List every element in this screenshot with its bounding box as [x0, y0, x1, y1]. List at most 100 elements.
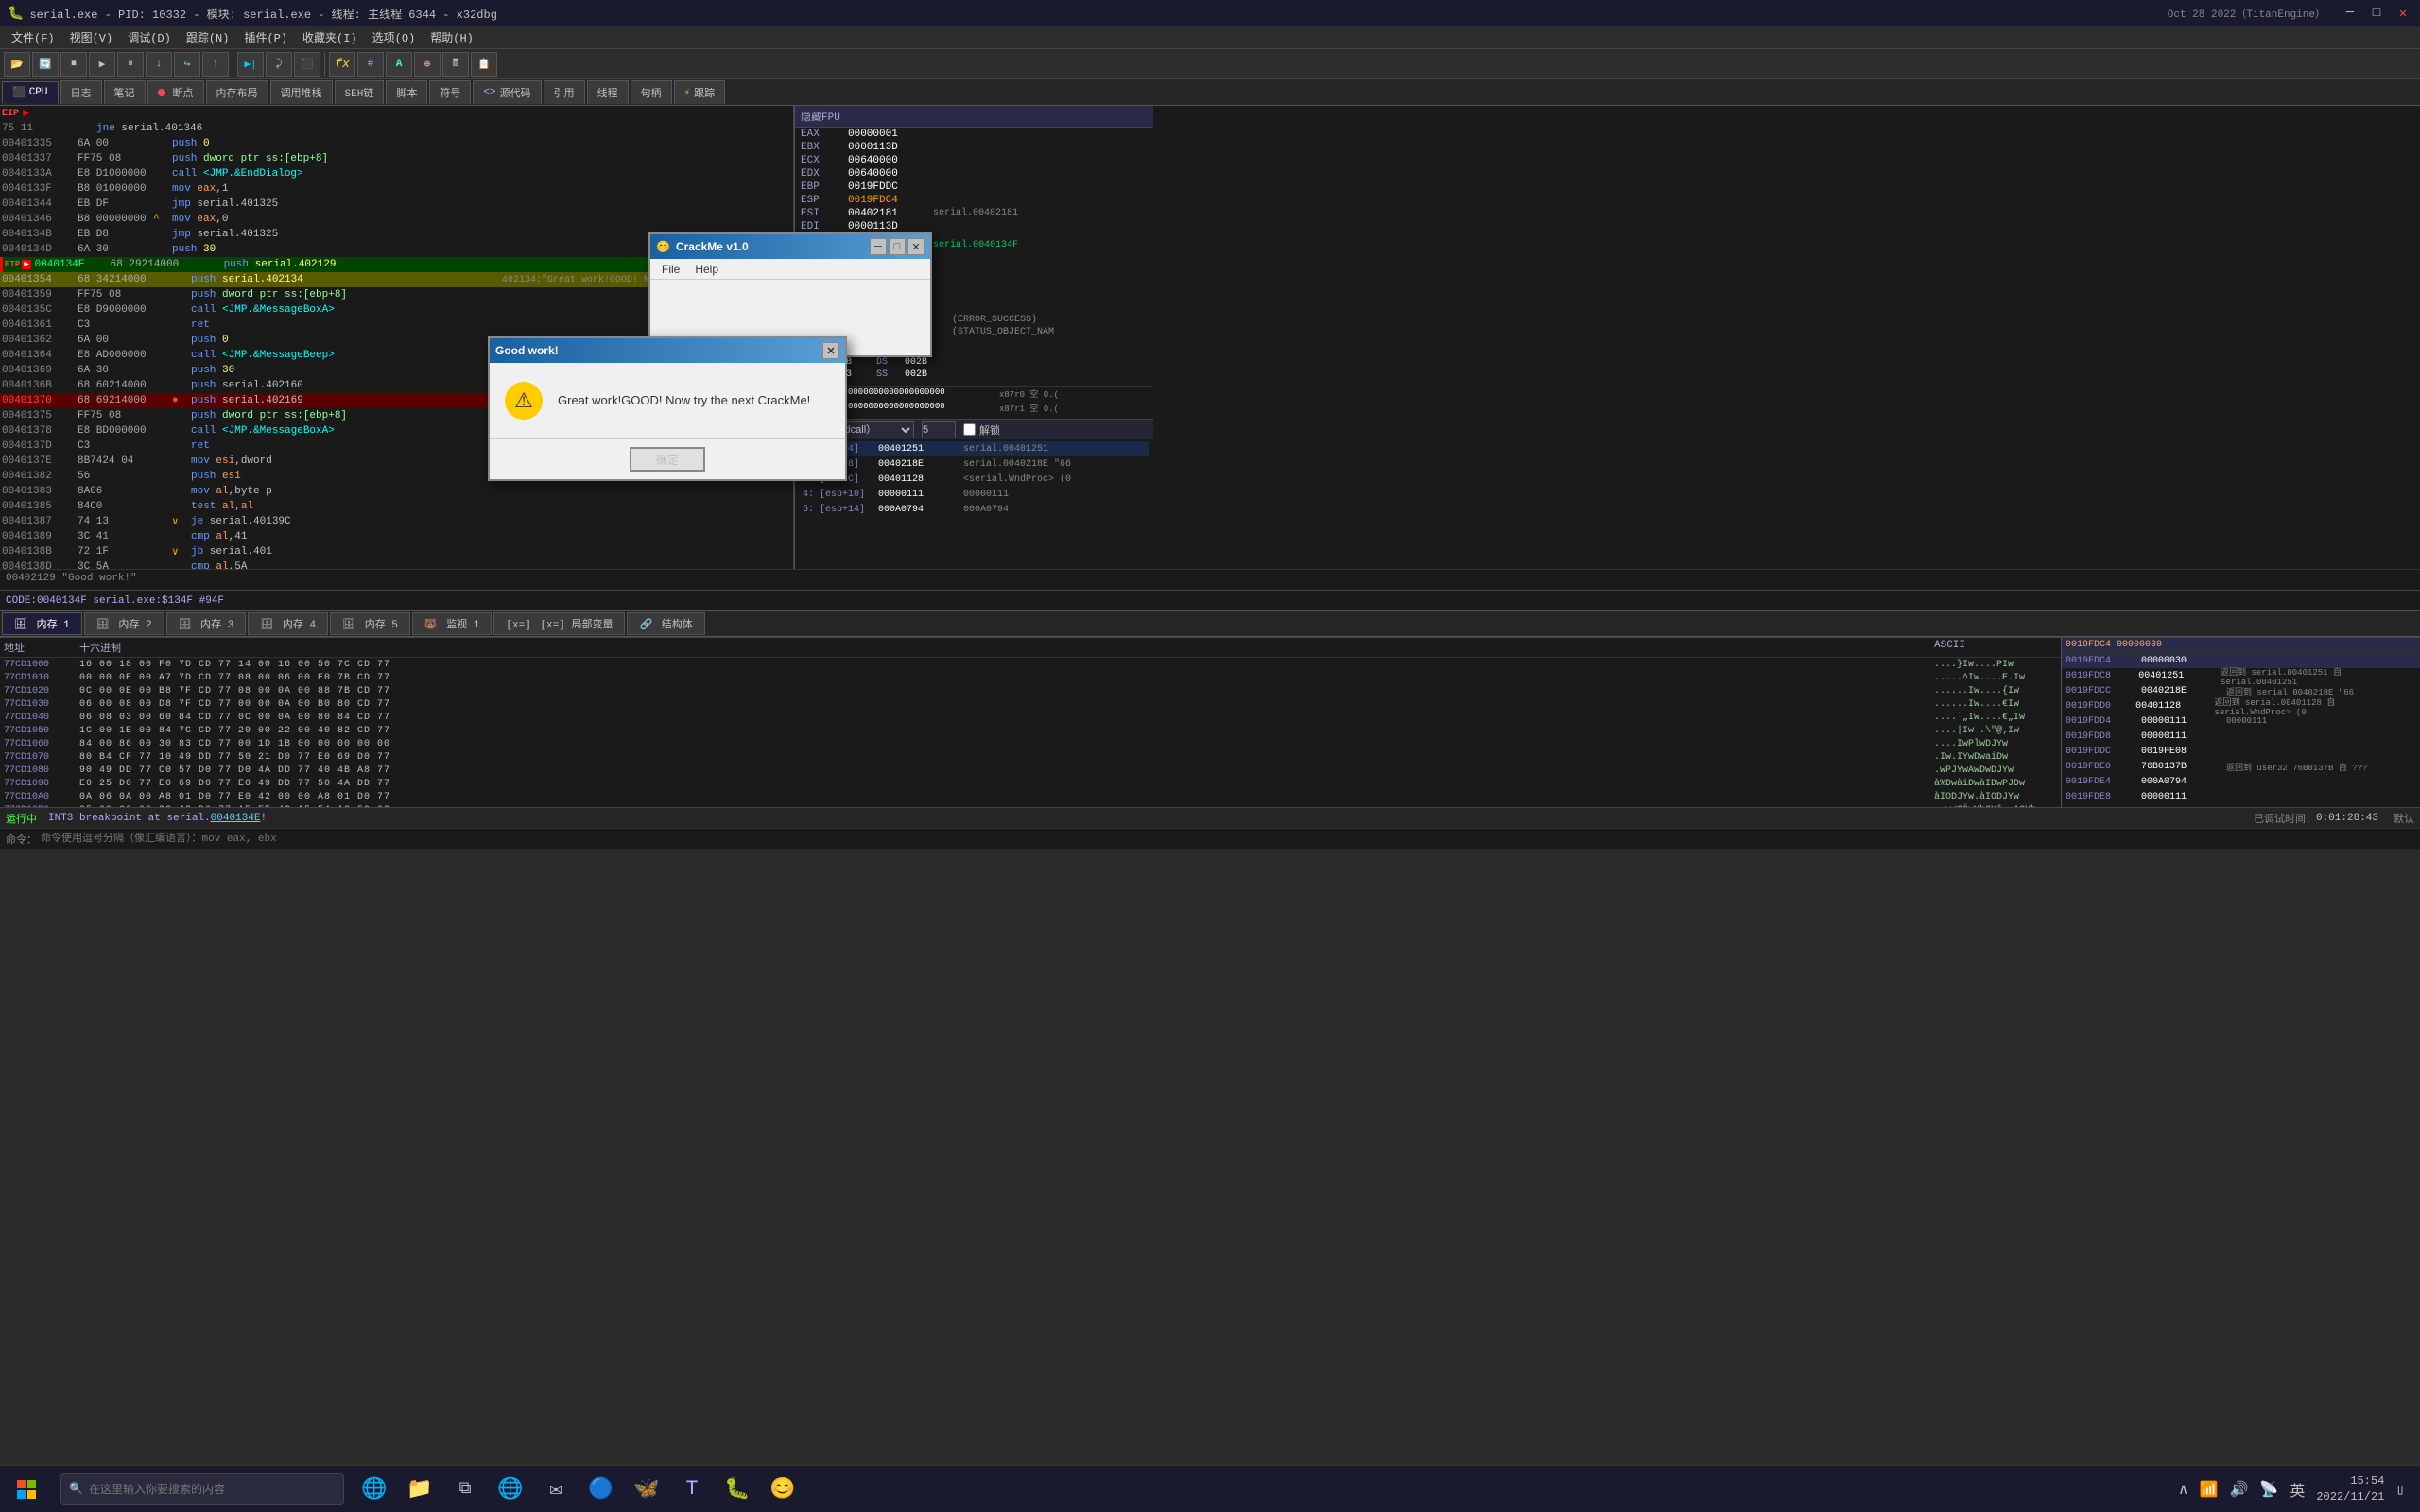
disasm-row[interactable]: 00401346 B8 00000000 ^ mov eax,0 [0, 212, 793, 227]
disasm-row[interactable]: 0040138B 72 1F ∨ jb serial.401 [0, 544, 793, 559]
maximize-button[interactable]: □ [2367, 4, 2386, 23]
menu-file[interactable]: 文件(F) [4, 27, 62, 47]
tray-expand[interactable]: ∧ [2179, 1480, 2188, 1499]
close-button[interactable]: ✕ [2394, 4, 2412, 23]
disasm-row[interactable]: 00401385 84C0 test al,al [0, 499, 793, 514]
menu-debug[interactable]: 调试(D) [120, 27, 179, 47]
crackme-close[interactable]: ✕ [908, 238, 925, 255]
disasm-row[interactable]: 00401337 FF75 08 push dword ptr ss:[ebp+… [0, 151, 793, 166]
taskbar-app2[interactable]: T [669, 1466, 715, 1512]
toolbar-step-out[interactable]: ↑ [202, 52, 229, 77]
taskbar-app1[interactable]: 🦋 [624, 1466, 669, 1512]
start-button[interactable] [0, 1466, 53, 1512]
disasm-row[interactable]: 0040138D 3C 5A cmp al,5A [0, 559, 793, 569]
tray-volume[interactable]: 🔊 [2229, 1480, 2248, 1499]
toolbar-log2[interactable]: 📋 [471, 52, 497, 77]
toolbar-A[interactable]: A [386, 52, 412, 77]
tray-language[interactable]: 英 [2290, 1478, 2305, 1501]
tab-breakpoints[interactable]: 断点 [147, 80, 204, 104]
taskbar-mail[interactable]: ✉ [533, 1466, 579, 1512]
toolbar-step-over[interactable]: ↪ [174, 52, 200, 77]
eip-marker: EIP [5, 260, 20, 269]
arg-count-input[interactable] [922, 421, 956, 438]
tab-log[interactable]: 日志 [60, 80, 102, 104]
toolbar-highlight[interactable]: ⬛ [294, 52, 320, 77]
taskbar-edge[interactable]: 🌐 [488, 1466, 533, 1512]
menu-view[interactable]: 视图(V) [62, 27, 121, 47]
tab-symbols[interactable]: 符号 [429, 80, 471, 104]
disasm-row[interactable]: 00401389 3C 41 cmp al,41 [0, 529, 793, 544]
tray-wifi[interactable]: 📡 [2259, 1480, 2278, 1499]
menu-plugins[interactable]: 插件(P) [236, 27, 295, 47]
tab-threads[interactable]: 线程 [587, 80, 629, 104]
menu-help[interactable]: 帮助(H) [423, 27, 481, 47]
tray-network[interactable]: 📶 [2200, 1480, 2219, 1499]
bp-addr[interactable]: 0040134E [211, 813, 261, 824]
toolbar-asm[interactable]: fx [329, 52, 355, 77]
tab-handles[interactable]: 句柄 [631, 80, 672, 104]
taskbar-debug[interactable]: 🐛 [715, 1466, 760, 1512]
goodwork-titlebar[interactable]: Good work! ✕ [490, 338, 845, 363]
menu-favorites[interactable]: 收藏夹(I) [295, 27, 365, 47]
crackme-menu-file[interactable]: File [654, 261, 687, 278]
menu-trace[interactable]: 跟踪(N) [179, 27, 237, 47]
tab-seh[interactable]: SEH链 [335, 80, 385, 104]
toolbar-hex[interactable]: # [357, 52, 384, 77]
taskbar-chrome[interactable]: 🔵 [579, 1466, 624, 1512]
disasm-row[interactable]: 00401335 6A 00 push 0 [0, 136, 793, 151]
taskbar-smiley[interactable]: 😊 [760, 1466, 805, 1512]
tab-script[interactable]: 脚本 [386, 80, 427, 104]
crackme-minimize[interactable]: ─ [870, 238, 887, 255]
crackme-menu-help[interactable]: Help [687, 261, 726, 278]
tab-memory[interactable]: 内存布局 [206, 80, 268, 104]
btab-mem5[interactable]: 🗄 内存 5 [330, 612, 410, 635]
stack-header: 0019FDC4 00000030 [2062, 638, 2420, 653]
disasm-row[interactable]: 00401383 8A06 mov al,byte p [0, 484, 793, 499]
tab-trace[interactable]: ⚡ 跟踪 [674, 80, 726, 104]
crackme-titlebar[interactable]: 😊 CrackMe v1.0 ─ □ ✕ [650, 234, 930, 259]
btab-struct[interactable]: 🔗 结构体 [627, 612, 704, 635]
disasm-row[interactable]: 00401344 EB DF jmp serial.401325 [0, 197, 793, 212]
search-input[interactable] [89, 1483, 316, 1496]
btab-locals[interactable]: [x=] [x=] 局部变量 [493, 612, 625, 635]
toolbar-restart[interactable]: 🔄 [32, 52, 59, 77]
search-bar[interactable]: 🔍 [60, 1473, 344, 1505]
disasm-row[interactable]: 0040133A E8 D1000000 call <JMP.&EndDialo… [0, 166, 793, 181]
st1: ST(1) 0000000000000000000 x87r1 空 0.( [795, 401, 1153, 415]
disasm-row[interactable]: 0040133F B8 01000000 mov eax,1 [0, 181, 793, 197]
taskbar-file-explorer[interactable]: 📁 [397, 1466, 442, 1512]
toolbar-run[interactable]: ▶ [89, 52, 115, 77]
toolbar-pause[interactable]: ⏸ [117, 52, 144, 77]
goodwork-ok-button[interactable]: 确定 [630, 447, 705, 472]
crackme-maximize[interactable]: □ [889, 238, 906, 255]
toolbar-close[interactable]: ⏹ [60, 52, 87, 77]
disasm-row[interactable]: 00401387 74 13 ∨ je serial.40139C [0, 514, 793, 529]
fpu-toggle[interactable]: 隐藏FPU [795, 106, 1153, 128]
toolbar-open[interactable]: 📂 [4, 52, 30, 77]
clock[interactable]: 15:54 2022/11/21 [2316, 1473, 2384, 1505]
btab-mem3[interactable]: 🗄 内存 3 [166, 612, 247, 635]
goodwork-close[interactable]: ✕ [822, 342, 839, 359]
toolbar-patch[interactable]: ⊕ [414, 52, 441, 77]
tab-ref[interactable]: 引用 [544, 80, 585, 104]
toolbar-step-into[interactable]: ↓ [146, 52, 172, 77]
btab-mem4[interactable]: 🗄 内存 4 [248, 612, 328, 635]
taskbar-cortana[interactable]: 🌐 [352, 1466, 397, 1512]
tab-source[interactable]: <> 源代码 [473, 80, 541, 104]
toolbar-run-to[interactable]: ▶| [237, 52, 264, 77]
minimize-button[interactable]: ─ [2341, 4, 2360, 23]
btab-watch[interactable]: 🐻 监视 1 [412, 612, 493, 635]
command-input[interactable] [41, 833, 2414, 845]
taskbar-task-view[interactable]: ⧉ [442, 1466, 488, 1512]
tab-cpu[interactable]: ⬛ CPU [2, 81, 59, 103]
toolbar-exec-til[interactable]: ⤸ [266, 52, 292, 77]
btab-mem1[interactable]: 🗄 内存 1 [2, 612, 82, 635]
tab-notes[interactable]: 笔记 [104, 80, 146, 104]
btab-mem2[interactable]: 🗄 内存 2 [84, 612, 164, 635]
tab-callstack[interactable]: 调用堆栈 [270, 80, 333, 104]
disasm-row[interactable]: 75 11 jne serial.401346 [0, 121, 793, 136]
unlock-checkbox[interactable] [963, 423, 976, 436]
toolbar-calc[interactable]: 🖩 [442, 52, 469, 77]
menu-options[interactable]: 选项(O) [365, 27, 424, 47]
show-desktop[interactable]: ▯ [2395, 1480, 2405, 1499]
